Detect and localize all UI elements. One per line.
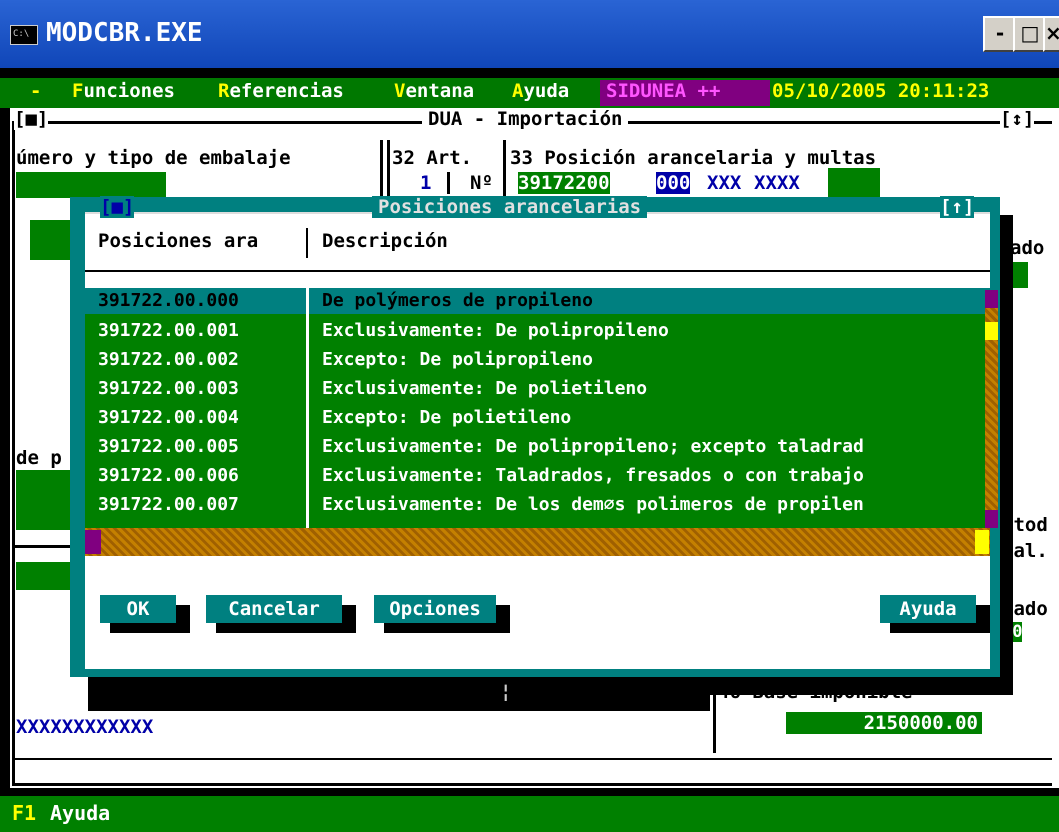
n-label: Nº: [470, 172, 493, 194]
band-divider: ¦: [500, 681, 512, 703]
menu-label: entana: [405, 80, 475, 102]
row-description: Exclusivamente: De polipropileno; except…: [322, 436, 864, 457]
menu-label: eferencias: [229, 80, 344, 102]
minimize-button[interactable]: -: [983, 16, 1017, 52]
header-underline: [85, 270, 990, 272]
multas-field[interactable]: [828, 168, 880, 198]
row-code: 391722.00.001: [98, 320, 239, 341]
field-divider: [503, 140, 506, 198]
art-number: 1: [420, 172, 432, 194]
menu-label: unciones: [83, 80, 175, 102]
xxx-field[interactable]: XXXXXXXXXXXX: [16, 716, 153, 738]
button-hotkey: O: [389, 598, 401, 620]
black-band: [88, 681, 710, 711]
row-code: 391722.00.007: [98, 494, 239, 515]
menu-funciones[interactable]: Funciones: [72, 80, 175, 102]
posicion-x1[interactable]: XXX: [707, 172, 741, 194]
button-label: yuda: [910, 598, 957, 620]
menu-ventana[interactable]: Ventana: [394, 80, 474, 102]
close-button[interactable]: ×: [1043, 16, 1059, 52]
list-horizontal-scrollbar[interactable]: [85, 528, 990, 556]
form-field[interactable]: [16, 562, 72, 590]
row-description: De polýmeros de propileno: [322, 290, 593, 311]
row-description: Exclusivamente: De polietileno: [322, 378, 648, 399]
row-description: Exclusivamente: De los dem∅s polimeros d…: [322, 494, 864, 515]
menu-hotkey: F: [72, 80, 84, 102]
posicion-x2[interactable]: XXXX: [754, 172, 800, 194]
dialog-scroll-marker[interactable]: [↑]: [940, 196, 975, 218]
dua-close-marker[interactable]: [■]: [14, 108, 49, 130]
row-code: 391722.00.004: [98, 407, 239, 428]
row-code: 391722.00.002: [98, 349, 239, 370]
window-title: MODCBR.EXE: [46, 18, 203, 48]
field-divider: [713, 681, 716, 753]
ok-button[interactable]: OK: [100, 595, 176, 623]
datetime-display: 05/10/2005 20:11:23: [772, 80, 990, 102]
form-field[interactable]: [16, 470, 71, 530]
field-divider: [447, 172, 450, 194]
button-hotkey: C: [228, 598, 240, 620]
button-hotkey: A: [899, 598, 911, 620]
console-app-icon[interactable]: [10, 25, 38, 45]
form-field[interactable]: [30, 220, 75, 260]
options-button[interactable]: Opciones: [374, 595, 496, 623]
dua-resize-marker[interactable]: [↕]: [1000, 108, 1035, 130]
button-label: ancelar: [239, 598, 320, 620]
dua-left-border: [12, 121, 15, 786]
scroll-down-arrow[interactable]: [985, 510, 998, 528]
maximize-button[interactable]: □: [1013, 16, 1047, 52]
scroll-thumb[interactable]: [985, 322, 998, 340]
embalaje-field[interactable]: [16, 172, 166, 198]
button-label: pciones: [400, 598, 481, 620]
art-label: 32 Art.: [392, 147, 473, 169]
row-code: 391722.00.005: [98, 436, 239, 457]
ado-fragment: ado: [1010, 237, 1045, 259]
row-description: Exclusivamente: De polipropileno: [322, 320, 669, 341]
posicion-input[interactable]: 39172200: [518, 172, 610, 194]
base-imponible-value[interactable]: 2150000.00: [786, 712, 982, 734]
dialog-title: Posiciones arancelarias: [372, 196, 648, 218]
base-imponible-label: 46 Base imponible: [718, 681, 913, 703]
status-key[interactable]: F1: [12, 801, 36, 825]
form-divider: [12, 545, 72, 548]
dua-bottom-border: [12, 783, 1052, 786]
posicion-sub-input[interactable]: 000: [656, 172, 691, 194]
row-code: 391722.00.000: [98, 290, 239, 311]
scroll-left-arrow[interactable]: [85, 530, 101, 554]
row-code: 391722.00.006: [98, 465, 239, 486]
row-description: Excepto: De polietileno: [322, 407, 572, 428]
menu-ayuda[interactable]: Ayuda: [512, 80, 569, 102]
help-button[interactable]: Ayuda: [880, 595, 976, 623]
form-divider: [12, 758, 1052, 760]
system-badge: SIDUNEA ++: [600, 80, 770, 106]
status-bar: [0, 796, 1059, 832]
column-header-code[interactable]: Posiciones ara: [98, 230, 258, 252]
dialog-close-marker[interactable]: [■]: [100, 196, 135, 218]
menu-system-dash[interactable]: -: [30, 80, 41, 102]
cancel-button[interactable]: Cancelar: [206, 595, 342, 623]
menu-label: yuda: [523, 80, 570, 102]
menu-referencias[interactable]: Referencias: [218, 80, 344, 102]
posicion-label: 33 Posición arancelaria y multas: [510, 147, 877, 169]
scroll-right-arrow[interactable]: [975, 530, 989, 554]
menu-hotkey: A: [512, 80, 524, 102]
row-code: 391722.00.003: [98, 378, 239, 399]
de-p-fragment: de p: [16, 447, 62, 469]
menu-hotkey: R: [218, 80, 230, 102]
column-header-description[interactable]: Descripción: [322, 230, 448, 252]
row-description: Exclusivamente: Taladrados, fresados o c…: [322, 465, 864, 486]
row-description: Excepto: De polipropileno: [322, 349, 593, 370]
menu-hotkey: V: [394, 80, 406, 102]
status-label: Ayuda: [50, 801, 111, 825]
embalaje-label: úmero y tipo de embalaje: [16, 147, 291, 169]
scroll-up-arrow[interactable]: [985, 290, 998, 308]
dua-title: DUA - Importación: [422, 108, 629, 130]
list-column-separator: [306, 288, 309, 528]
header-divider: [306, 228, 308, 258]
